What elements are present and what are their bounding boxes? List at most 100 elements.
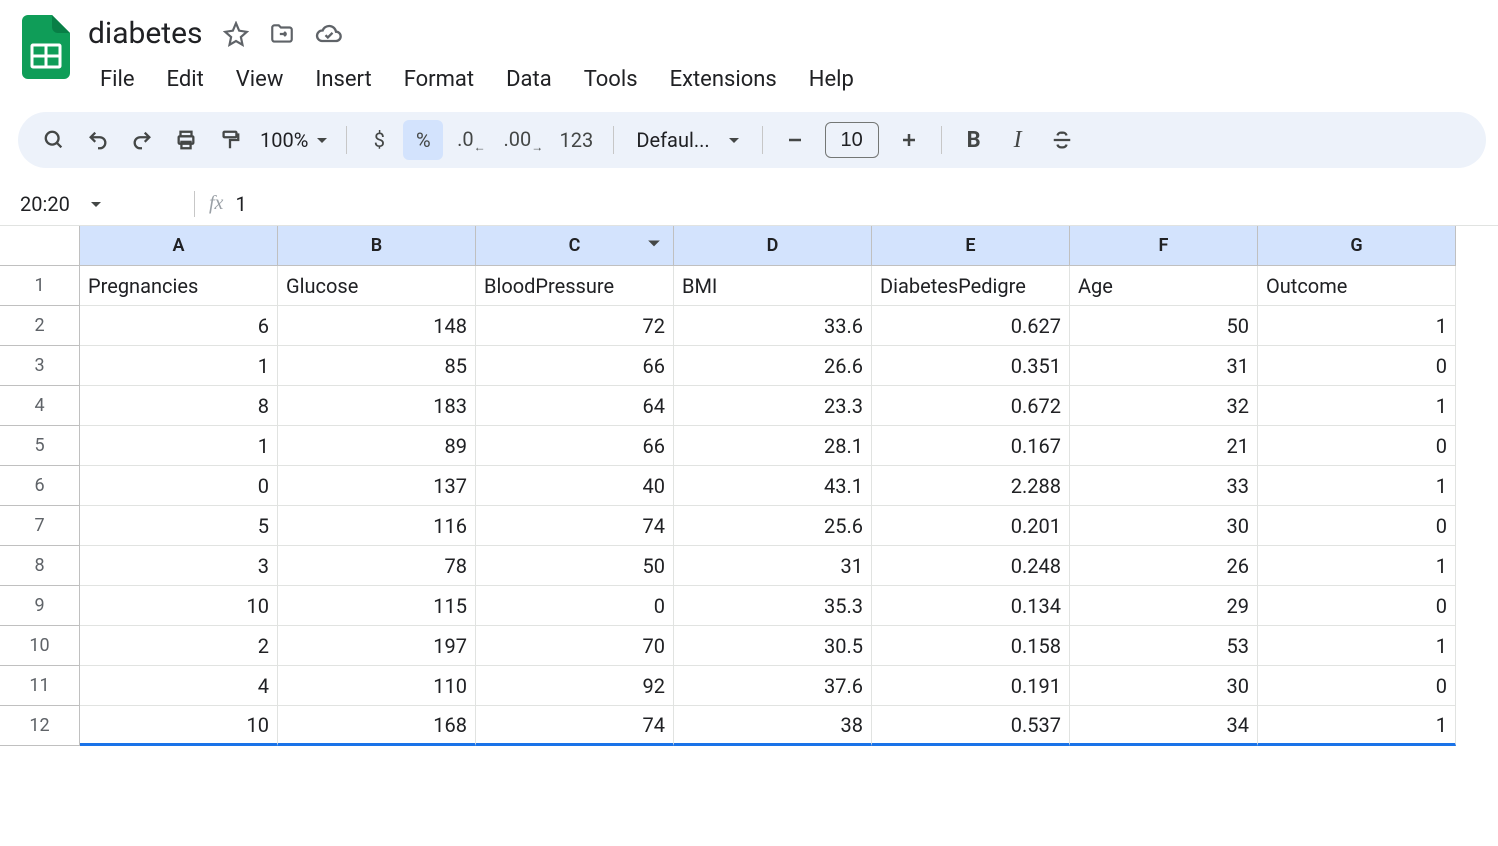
increase-font-size-button[interactable] xyxy=(889,120,929,160)
cell[interactable]: 34 xyxy=(1070,706,1258,746)
menu-help[interactable]: Help xyxy=(795,61,868,98)
cell[interactable]: 35.3 xyxy=(674,586,872,626)
cell[interactable]: 6 xyxy=(80,306,278,346)
cell[interactable]: 0.191 xyxy=(872,666,1070,706)
cell[interactable]: 0.248 xyxy=(872,546,1070,586)
row-header[interactable]: 12 xyxy=(0,706,80,746)
cell[interactable]: 33 xyxy=(1070,466,1258,506)
col-header-a[interactable]: A xyxy=(80,226,278,266)
cell[interactable]: 0 xyxy=(476,586,674,626)
undo-icon[interactable] xyxy=(78,120,118,160)
menu-view[interactable]: View xyxy=(222,61,298,98)
cell[interactable]: 137 xyxy=(278,466,476,506)
cell[interactable]: 43.1 xyxy=(674,466,872,506)
cell[interactable]: 70 xyxy=(476,626,674,666)
cell[interactable]: 2.288 xyxy=(872,466,1070,506)
row-header[interactable]: 4 xyxy=(0,386,80,426)
cell[interactable]: 5 xyxy=(80,506,278,546)
decrease-decimal-button[interactable]: .0← xyxy=(447,120,495,160)
menu-extensions[interactable]: Extensions xyxy=(656,61,791,98)
cell[interactable]: 1 xyxy=(80,346,278,386)
cell[interactable]: 8 xyxy=(80,386,278,426)
cell[interactable]: 0.351 xyxy=(872,346,1070,386)
strikethrough-button[interactable] xyxy=(1042,120,1082,160)
cell[interactable]: 1 xyxy=(1258,706,1456,746)
cell[interactable]: 29 xyxy=(1070,586,1258,626)
cell[interactable]: 50 xyxy=(1070,306,1258,346)
cell[interactable]: Glucose xyxy=(278,266,476,306)
row-header[interactable]: 9 xyxy=(0,586,80,626)
cell[interactable]: 30 xyxy=(1070,666,1258,706)
cell[interactable]: 32 xyxy=(1070,386,1258,426)
cell[interactable]: 66 xyxy=(476,346,674,386)
redo-icon[interactable] xyxy=(122,120,162,160)
row-header[interactable]: 5 xyxy=(0,426,80,466)
cell[interactable]: 1 xyxy=(1258,306,1456,346)
cell[interactable]: 4 xyxy=(80,666,278,706)
cell[interactable]: 1 xyxy=(1258,386,1456,426)
cell[interactable]: 30 xyxy=(1070,506,1258,546)
cell[interactable]: 40 xyxy=(476,466,674,506)
select-all-corner[interactable] xyxy=(0,226,80,266)
cell[interactable]: 0.134 xyxy=(872,586,1070,626)
cell[interactable]: 1 xyxy=(80,426,278,466)
cell[interactable]: 72 xyxy=(476,306,674,346)
cell[interactable]: 1 xyxy=(1258,626,1456,666)
cell[interactable]: 78 xyxy=(278,546,476,586)
col-header-f[interactable]: F xyxy=(1070,226,1258,266)
cell[interactable]: 89 xyxy=(278,426,476,466)
increase-decimal-button[interactable]: .00→ xyxy=(499,120,547,160)
col-header-c[interactable]: C xyxy=(476,226,674,266)
cell[interactable]: 66 xyxy=(476,426,674,466)
cloud-status-icon[interactable] xyxy=(315,20,343,48)
cell[interactable]: 3 xyxy=(80,546,278,586)
search-icon[interactable] xyxy=(34,120,74,160)
row-header[interactable]: 2 xyxy=(0,306,80,346)
font-family-dropdown[interactable]: Defaul... xyxy=(626,128,749,152)
cell[interactable]: 0.158 xyxy=(872,626,1070,666)
cell[interactable]: 38 xyxy=(674,706,872,746)
italic-button[interactable]: I xyxy=(998,120,1038,160)
cell[interactable]: 197 xyxy=(278,626,476,666)
row-header[interactable]: 7 xyxy=(0,506,80,546)
cell[interactable]: 0 xyxy=(1258,426,1456,466)
menu-tools[interactable]: Tools xyxy=(570,61,652,98)
cell[interactable]: 0 xyxy=(1258,346,1456,386)
cell[interactable]: 1 xyxy=(1258,546,1456,586)
cell[interactable]: 30.5 xyxy=(674,626,872,666)
cell[interactable]: 0 xyxy=(1258,666,1456,706)
col-header-b[interactable]: B xyxy=(278,226,476,266)
cell[interactable]: 64 xyxy=(476,386,674,426)
cell[interactable]: Outcome xyxy=(1258,266,1456,306)
name-box[interactable]: 20:20 xyxy=(20,192,180,216)
cell[interactable]: 115 xyxy=(278,586,476,626)
row-header[interactable]: 10 xyxy=(0,626,80,666)
cell[interactable]: 10 xyxy=(80,706,278,746)
row-header[interactable]: 8 xyxy=(0,546,80,586)
decrease-font-size-button[interactable] xyxy=(775,120,815,160)
cell[interactable]: 0 xyxy=(1258,506,1456,546)
cell[interactable]: 21 xyxy=(1070,426,1258,466)
move-icon[interactable] xyxy=(269,21,295,47)
percent-button[interactable]: % xyxy=(403,120,443,160)
cell[interactable]: 0.672 xyxy=(872,386,1070,426)
cell[interactable]: 0.537 xyxy=(872,706,1070,746)
row-header[interactable]: 6 xyxy=(0,466,80,506)
cell[interactable]: 92 xyxy=(476,666,674,706)
cell[interactable]: 37.6 xyxy=(674,666,872,706)
row-header[interactable]: 11 xyxy=(0,666,80,706)
cell[interactable]: 0 xyxy=(80,466,278,506)
cell[interactable]: 2 xyxy=(80,626,278,666)
col-header-g[interactable]: G xyxy=(1258,226,1456,266)
cell[interactable]: 183 xyxy=(278,386,476,426)
cell[interactable]: 33.6 xyxy=(674,306,872,346)
cell[interactable]: 168 xyxy=(278,706,476,746)
chevron-down-icon[interactable] xyxy=(647,235,661,256)
menu-insert[interactable]: Insert xyxy=(301,61,385,98)
cell[interactable]: 28.1 xyxy=(674,426,872,466)
cell[interactable]: 31 xyxy=(674,546,872,586)
row-header[interactable]: 1 xyxy=(0,266,80,306)
cell[interactable]: 85 xyxy=(278,346,476,386)
cell[interactable]: 74 xyxy=(476,706,674,746)
formula-input[interactable]: 1 xyxy=(235,192,246,216)
